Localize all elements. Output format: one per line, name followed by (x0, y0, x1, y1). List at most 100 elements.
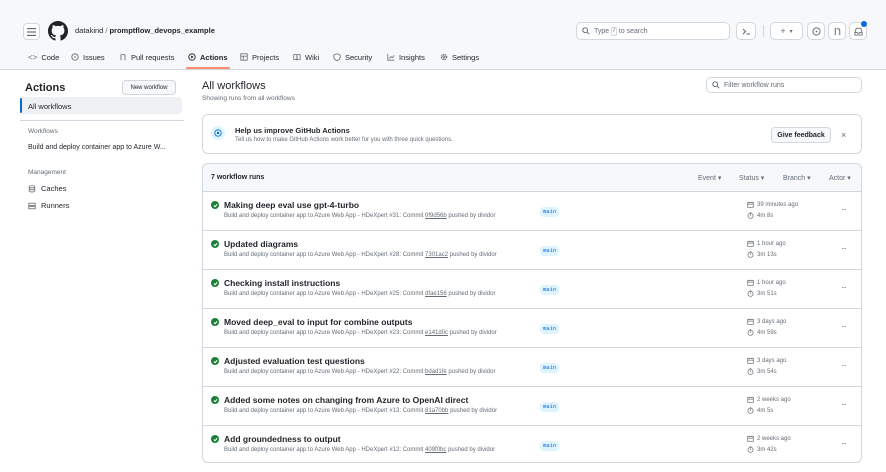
check-circle-icon (211, 318, 219, 326)
commit-prefix: Commit (402, 213, 424, 219)
tab-insights[interactable]: Insights (387, 50, 425, 64)
run-title[interactable]: Moved deep_eval to input for combine out… (224, 317, 412, 327)
table-row[interactable]: Moved deep_eval to input for combine out… (203, 309, 861, 348)
check-circle-icon (211, 201, 219, 209)
table-row[interactable]: Making deep eval use gpt-4-turbo Build a… (203, 192, 861, 231)
commit-link[interactable]: 7301ac2 (425, 252, 448, 258)
table-row[interactable]: Checking install instructions Build and … (203, 270, 861, 309)
run-meta: Build and deploy container app to Azure … (224, 252, 497, 258)
run-duration-text: 4m 5s (757, 407, 774, 414)
create-new-button[interactable]: + ▾ (770, 22, 803, 40)
tab-wiki[interactable]: Wiki (293, 50, 319, 64)
branch-badge[interactable]: main (540, 246, 560, 256)
run-title[interactable]: Add groundedness to output (224, 434, 341, 444)
filter-runs-input[interactable]: Filter workflow runs (706, 77, 862, 93)
table-row[interactable]: Updated diagrams Build and deploy contai… (203, 231, 861, 270)
tab-security[interactable]: Security (333, 50, 372, 64)
kebab-horizontal-icon[interactable]: ··· (841, 205, 847, 214)
issues-button[interactable] (807, 22, 825, 40)
branch-badge[interactable]: main (540, 207, 560, 217)
banner-subtitle: Tell us how to make GitHub Actions work … (235, 137, 453, 143)
kebab-horizontal-icon[interactable]: ··· (841, 361, 847, 370)
workflow-name: Build and deploy container app to Azure … (224, 330, 402, 336)
commit-prefix: Commit (402, 447, 424, 453)
run-duration-text: 4m 8s (757, 212, 774, 219)
tab-label: Issues (83, 52, 105, 62)
tab-issues[interactable]: Issues (71, 50, 105, 64)
new-workflow-button[interactable]: New workflow (122, 80, 176, 95)
pull-requests-button[interactable] (828, 22, 846, 40)
branch-badge[interactable]: main (540, 402, 560, 412)
pushed-by: pushed by dividor (449, 252, 497, 258)
actor-filter[interactable]: Actor ▾ (829, 174, 851, 182)
calendar-icon (747, 435, 754, 442)
tab-actions[interactable]: Actions (188, 50, 228, 64)
tab-code[interactable]: <> Code (28, 50, 59, 64)
owner-link[interactable]: datakind (75, 26, 103, 35)
sidebar-heading-management: Management (28, 169, 66, 176)
menu-button[interactable] (23, 23, 40, 40)
run-timestamp: 1 hour ago (747, 279, 786, 286)
server-icon (28, 202, 36, 210)
event-filter[interactable]: Event ▾ (698, 174, 721, 182)
run-time-text: 3 days ago (757, 318, 787, 325)
stopwatch-icon (747, 407, 754, 414)
calendar-icon (747, 357, 754, 364)
kebab-horizontal-icon[interactable]: ··· (841, 400, 847, 409)
status-filter[interactable]: Status ▾ (739, 174, 764, 182)
kebab-horizontal-icon[interactable]: ··· (841, 244, 847, 253)
run-meta: Build and deploy container app to Azure … (224, 213, 495, 219)
run-meta: Build and deploy container app to Azure … (224, 408, 497, 414)
commit-link[interactable]: dfae156 (425, 291, 447, 297)
kebab-horizontal-icon[interactable]: ··· (841, 322, 847, 331)
shield-icon (333, 53, 341, 61)
branch-filter[interactable]: Branch ▾ (783, 174, 811, 182)
sidebar-item-runners[interactable]: Runners (28, 201, 69, 210)
tab-label: Pull requests (131, 52, 175, 62)
run-time-text: 2 weeks ago (757, 435, 791, 442)
branch-badge[interactable]: main (540, 441, 560, 451)
run-title[interactable]: Added some notes on changing from Azure … (224, 395, 468, 405)
branch-badge[interactable]: main (540, 363, 560, 373)
run-title[interactable]: Making deep eval use gpt-4-turbo (224, 200, 359, 210)
check-circle-icon (211, 396, 219, 404)
command-palette-button[interactable] (736, 22, 756, 40)
table-row[interactable]: Adjusted evaluation test questions Build… (203, 348, 861, 387)
sidebar-title: Actions (25, 82, 66, 94)
commit-link[interactable]: bdad1fe (425, 369, 447, 375)
run-timestamp: 1 hour ago (747, 240, 786, 247)
sidebar-item-caches[interactable]: Caches (28, 184, 66, 193)
run-timestamp: 3 days ago (747, 357, 786, 364)
run-title[interactable]: Adjusted evaluation test questions (224, 356, 365, 366)
tab-pull-requests[interactable]: Pull requests (119, 50, 174, 64)
sidebar-item-workflow[interactable]: Build and deploy container app to Azure … (28, 144, 166, 151)
pushed-by: pushed by dividor (448, 291, 496, 297)
run-duration: 4m 59s (747, 329, 777, 336)
close-icon[interactable]: × (841, 130, 846, 140)
commit-link[interactable]: 81a70bb (425, 408, 448, 414)
header-divider (763, 25, 764, 37)
kebab-horizontal-icon[interactable]: ··· (841, 283, 847, 292)
table-row[interactable]: Add groundedness to output Build and dep… (203, 426, 861, 462)
pushed-by: pushed by dividor (449, 330, 497, 336)
kebab-horizontal-icon[interactable]: ··· (841, 439, 847, 448)
commit-link[interactable]: e141d0c (425, 330, 448, 336)
run-title[interactable]: Checking install instructions (224, 278, 340, 288)
repo-link[interactable]: promptflow_devops_example (109, 26, 214, 35)
branch-badge[interactable]: main (540, 324, 560, 334)
github-logo[interactable] (48, 21, 68, 41)
tab-projects[interactable]: Projects (240, 50, 279, 64)
commit-link[interactable]: 409f0bc (425, 447, 446, 453)
check-circle-icon (211, 435, 219, 443)
tab-settings[interactable]: Settings (440, 50, 479, 64)
run-title[interactable]: Updated diagrams (224, 239, 298, 249)
run-time-text: 3 days ago (757, 357, 787, 364)
run-meta: Build and deploy container app to Azure … (224, 291, 495, 297)
search-input[interactable]: Type / to search (576, 22, 730, 40)
commit-link[interactable]: 0f9d56b (425, 213, 447, 219)
give-feedback-button[interactable]: Give feedback (771, 127, 831, 143)
run-duration-text: 3m 51s (757, 290, 777, 297)
table-row[interactable]: Added some notes on changing from Azure … (203, 387, 861, 426)
run-time-text: 1 hour ago (757, 240, 786, 247)
branch-badge[interactable]: main (540, 285, 560, 295)
